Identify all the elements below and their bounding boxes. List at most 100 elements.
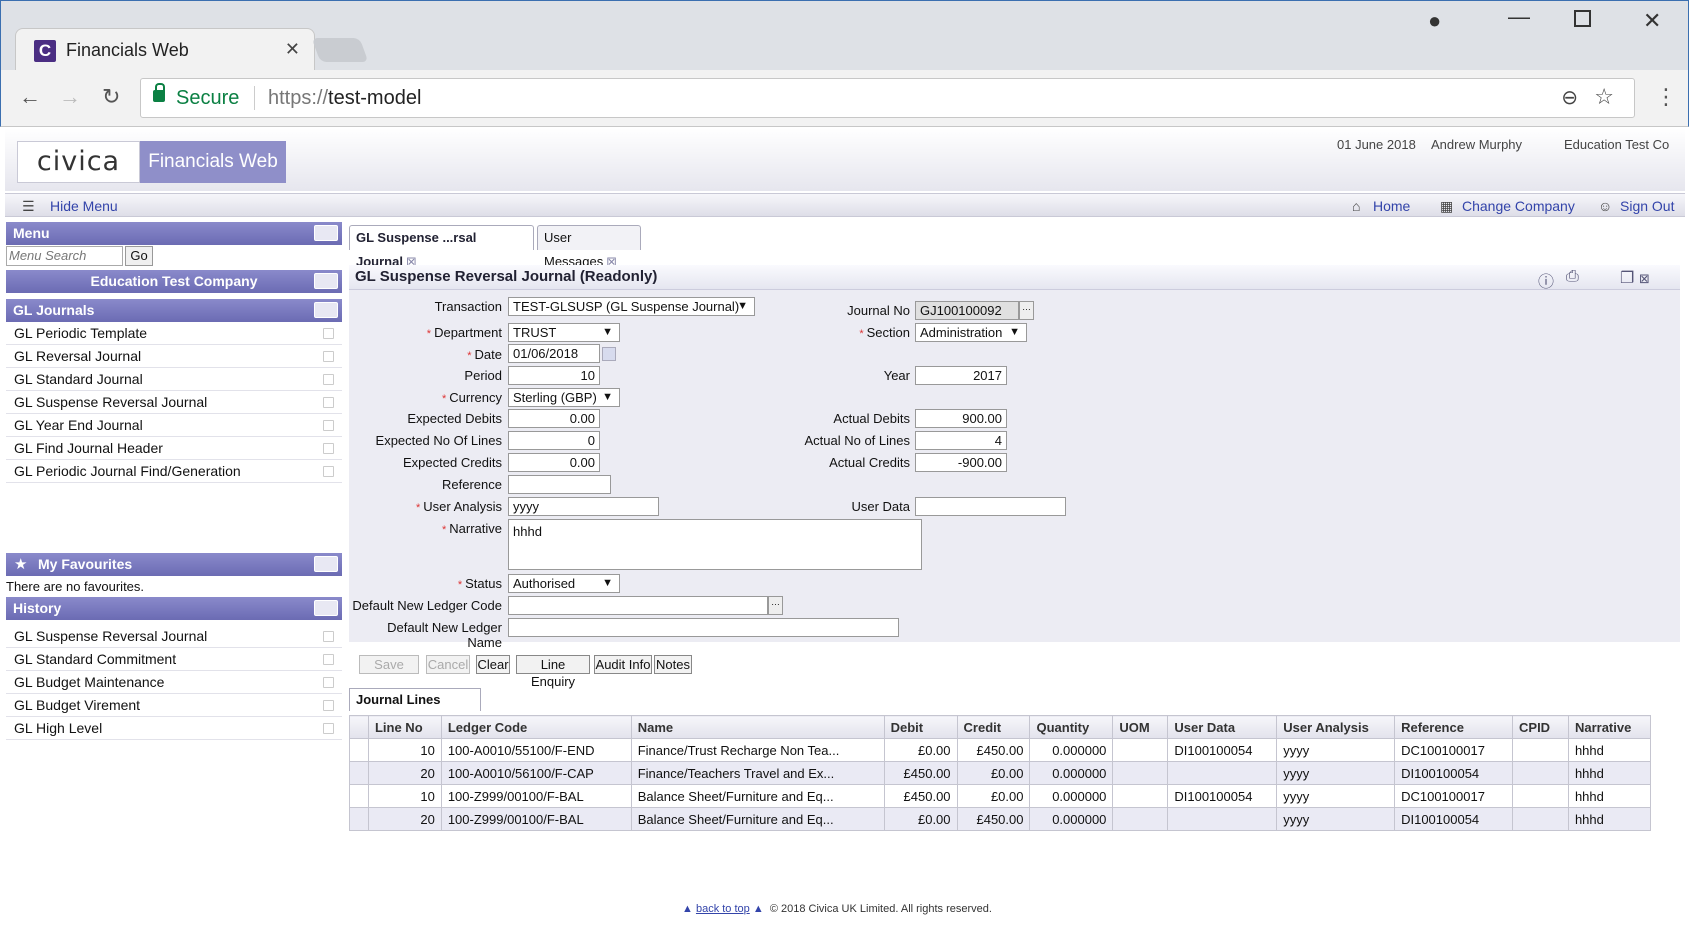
expected-debits-field[interactable]: 0.00 <box>508 409 600 428</box>
calendar-icon[interactable] <box>602 347 616 361</box>
sign-out-link[interactable]: Sign Out <box>1620 198 1674 214</box>
company-panel-toggle[interactable] <box>314 273 338 289</box>
change-company-link[interactable]: Change Company <box>1462 198 1575 214</box>
row-selector[interactable] <box>349 738 369 762</box>
tab-gl-suspense-journal[interactable]: GL Suspense ...rsal Journal ⊠ <box>349 225 534 269</box>
history-toggle[interactable] <box>314 600 338 616</box>
maximize-icon[interactable] <box>1574 10 1591 27</box>
history-item[interactable]: GL Budget Virement <box>6 694 342 717</box>
close-form-icon[interactable]: ⊠ <box>1639 271 1650 287</box>
expected-credits-field[interactable]: 0.00 <box>508 453 600 472</box>
profile-icon[interactable]: ● <box>1428 8 1441 34</box>
browser-tab[interactable]: C Financials Web ✕ <box>15 28 315 70</box>
ledger-lookup-button[interactable]: … <box>768 596 783 615</box>
back-to-top-link[interactable]: back to top <box>696 903 750 915</box>
open-external-icon[interactable] <box>323 723 334 734</box>
menu-item[interactable]: GL Standard Journal <box>6 368 342 391</box>
actual-credits-field[interactable]: -900.00 <box>915 453 1007 472</box>
open-external-icon[interactable] <box>323 677 334 688</box>
column-header[interactable]: Line No <box>367 715 442 739</box>
column-header[interactable]: Name <box>630 715 885 739</box>
audit-info-button[interactable]: Audit Info <box>594 655 652 674</box>
history-item[interactable]: GL Standard Commitment <box>6 648 342 671</box>
open-external-icon[interactable] <box>323 466 334 477</box>
open-external-icon[interactable] <box>323 631 334 642</box>
new-tab-button[interactable] <box>311 38 369 62</box>
section-select[interactable]: Administration ▼ <box>915 323 1027 342</box>
menu-item[interactable]: GL Find Journal Header <box>6 437 342 460</box>
menu-item[interactable]: GL Reversal Journal <box>6 345 342 368</box>
tab-journal-lines[interactable]: Journal Lines <box>349 688 481 711</box>
actual-lines-field[interactable]: 4 <box>915 431 1007 450</box>
row-selector[interactable] <box>349 807 369 831</box>
open-external-icon[interactable] <box>323 397 334 408</box>
open-external-icon[interactable] <box>323 443 334 454</box>
column-header[interactable]: User Analysis <box>1276 715 1396 739</box>
reference-field[interactable] <box>508 475 611 494</box>
menu-item[interactable]: GL Suspense Reversal Journal <box>6 391 342 414</box>
hide-menu-icon[interactable]: ☰ <box>22 198 40 214</box>
open-external-icon[interactable] <box>323 700 334 711</box>
history-item[interactable]: GL Suspense Reversal Journal <box>6 625 342 648</box>
currency-select[interactable]: Sterling (GBP) ▼ <box>508 388 620 407</box>
column-header[interactable]: Reference <box>1394 715 1514 739</box>
status-select[interactable]: Authorised ▼ <box>508 574 620 593</box>
row-selector[interactable] <box>349 784 369 808</box>
line-enquiry-button[interactable]: Line Enquiry <box>516 655 590 689</box>
cancel-button[interactable]: Cancel <box>426 655 470 674</box>
browser-menu-icon[interactable]: ⋮ <box>1655 84 1677 110</box>
close-tab-icon[interactable]: ✕ <box>285 39 300 60</box>
change-company-icon[interactable]: ▦ <box>1440 198 1458 214</box>
open-external-icon[interactable] <box>323 374 334 385</box>
forward-icon[interactable]: → <box>59 84 81 110</box>
menu-search-go-button[interactable]: Go <box>125 246 153 266</box>
history-item[interactable]: GL High Level <box>6 717 342 740</box>
column-header[interactable]: Narrative <box>1567 715 1652 739</box>
user-data-field[interactable] <box>915 497 1066 516</box>
journal-lookup-button[interactable]: … <box>1019 301 1034 320</box>
open-external-icon[interactable] <box>323 351 334 362</box>
popout-icon[interactable]: ❐ <box>1620 268 1634 288</box>
department-select[interactable]: TRUST ▼ <box>508 323 620 342</box>
notes-button[interactable]: Notes <box>654 655 692 674</box>
column-header[interactable]: CPID <box>1512 715 1569 739</box>
column-header[interactable]: UOM <box>1112 715 1169 739</box>
open-external-icon[interactable] <box>323 328 334 339</box>
home-link[interactable]: Home <box>1373 198 1410 214</box>
favourites-toggle[interactable] <box>314 556 338 572</box>
section-up-icon[interactable] <box>314 302 338 318</box>
period-field[interactable]: 10 <box>508 366 600 385</box>
menu-panel-toggle[interactable] <box>314 225 338 241</box>
date-field[interactable]: 01/06/2018 <box>508 344 600 363</box>
back-icon[interactable]: ← <box>19 84 41 110</box>
menu-item[interactable]: GL Periodic Journal Find/Generation <box>6 460 342 483</box>
default-ledger-code-field[interactable] <box>508 596 768 615</box>
history-item[interactable]: GL Budget Maintenance <box>6 671 342 694</box>
expected-lines-field[interactable]: 0 <box>508 431 600 450</box>
menu-item[interactable]: GL Year End Journal <box>6 414 342 437</box>
year-field[interactable]: 2017 <box>915 366 1007 385</box>
clear-button[interactable]: Clear <box>476 655 510 674</box>
help-icon[interactable]: ⓘ <box>1538 268 1554 292</box>
table-row[interactable]: 20 100-A0010/56100/F-CAP Finance/Teachers … <box>349 761 1652 785</box>
sign-out-icon[interactable]: ☺ <box>1598 198 1616 214</box>
journal-no-field[interactable]: GJ100100092 <box>915 301 1019 320</box>
column-header[interactable]: Quantity <box>1029 715 1114 739</box>
print-icon[interactable]: ⎙ <box>1566 268 1579 286</box>
table-row[interactable]: 10 100-A0010/55100/F-END Finance/Trust Rec… <box>349 738 1652 762</box>
menu-search-input[interactable]: Menu Search <box>6 246 123 266</box>
column-header[interactable]: Credit <box>956 715 1031 739</box>
column-header[interactable]: Debit <box>883 715 958 739</box>
close-window-icon[interactable]: ✕ <box>1643 8 1661 34</box>
home-icon[interactable]: ⌂ <box>1352 198 1370 214</box>
default-ledger-name-field[interactable] <box>508 618 899 637</box>
zoom-icon[interactable]: ⊖ <box>1561 85 1578 110</box>
reload-icon[interactable]: ↻ <box>102 84 120 110</box>
menu-item[interactable]: GL Periodic Template <box>6 322 342 345</box>
gl-journals-header[interactable]: GL Journals <box>6 299 342 322</box>
transaction-select[interactable]: TEST-GLSUSP (GL Suspense Journal) ▼ <box>508 297 755 316</box>
table-row[interactable]: 20 100-Z999/00100/F-BAL Balance Sheet/Furn… <box>349 807 1652 831</box>
hide-menu-button[interactable]: Hide Menu <box>50 198 118 214</box>
row-selector[interactable] <box>349 761 369 785</box>
bookmark-star-icon[interactable]: ☆ <box>1594 84 1614 110</box>
